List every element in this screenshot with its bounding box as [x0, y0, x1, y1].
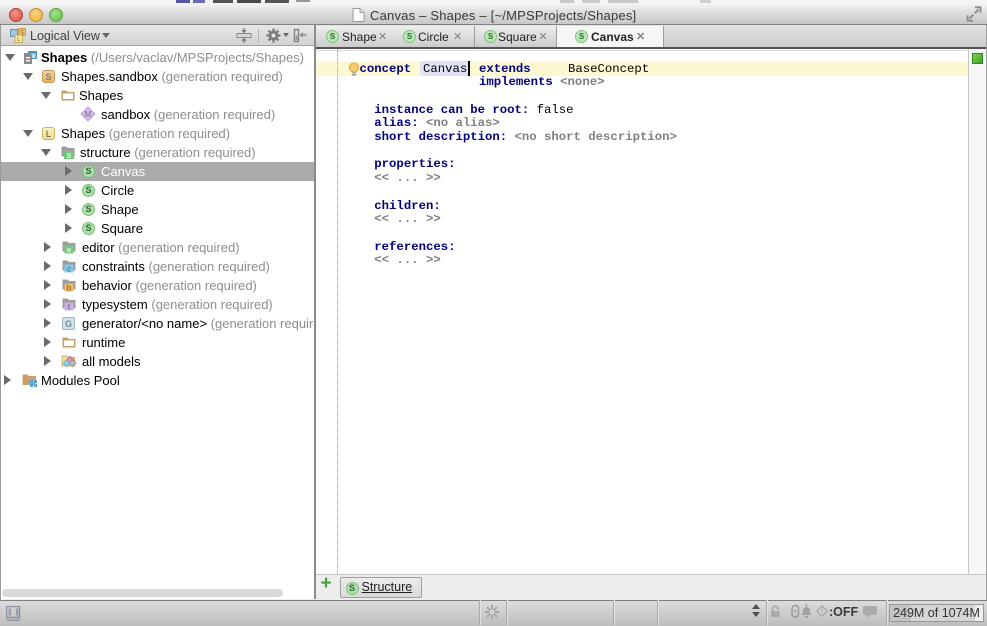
svg-text:M: M [85, 110, 92, 119]
svg-text:T: T [820, 609, 824, 616]
svg-text:e: e [67, 246, 72, 255]
svg-text:S: S [67, 153, 72, 160]
svg-text:c: c [67, 265, 71, 274]
svg-text:b: b [67, 284, 72, 293]
